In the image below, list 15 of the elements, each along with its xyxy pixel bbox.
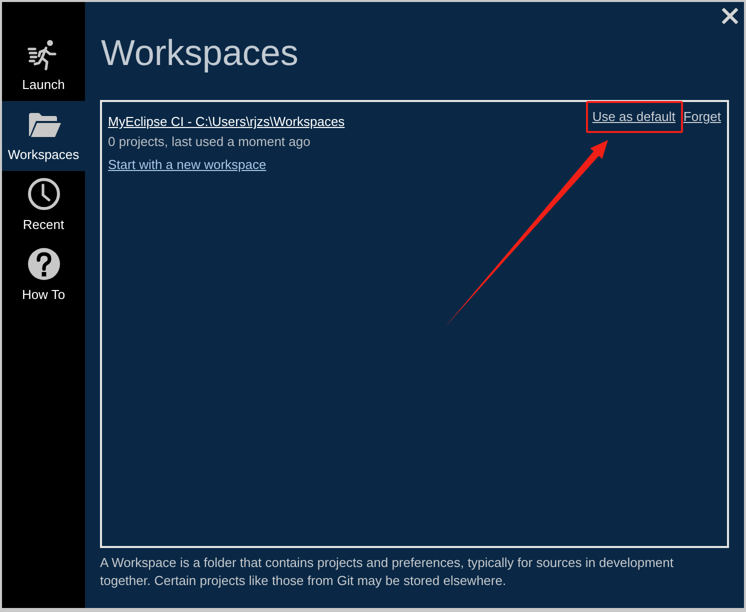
sidebar-item[interactable]: How To [2,241,85,311]
description-text: A Workspace is a folder that contains projects and preferences, typically for sources in development together. Certain projects like those from Git may be stored elsewhere. [100,554,674,590]
clock-icon [26,177,60,211]
help-icon [26,247,60,281]
workspace-action-link[interactable]: Use as default [592,109,676,125]
sidebar-item[interactable]: Launch [2,31,85,101]
sidebar-item[interactable]: Recent [2,171,85,241]
page-title: Workspaces [101,31,300,75]
sidebar-item[interactable]: Workspaces [2,101,85,171]
workspace-details: 0 projects, last used a moment ago [108,134,312,150]
close-icon [722,8,738,24]
close-button[interactable] [722,8,738,24]
new-workspace-link[interactable]: Start with a new workspace [108,156,266,172]
workspace-action-link[interactable]: Forget [683,109,721,125]
workspace-link[interactable]: MyEclipse CI - C:\Users\rjzs\Workspaces [108,114,345,130]
